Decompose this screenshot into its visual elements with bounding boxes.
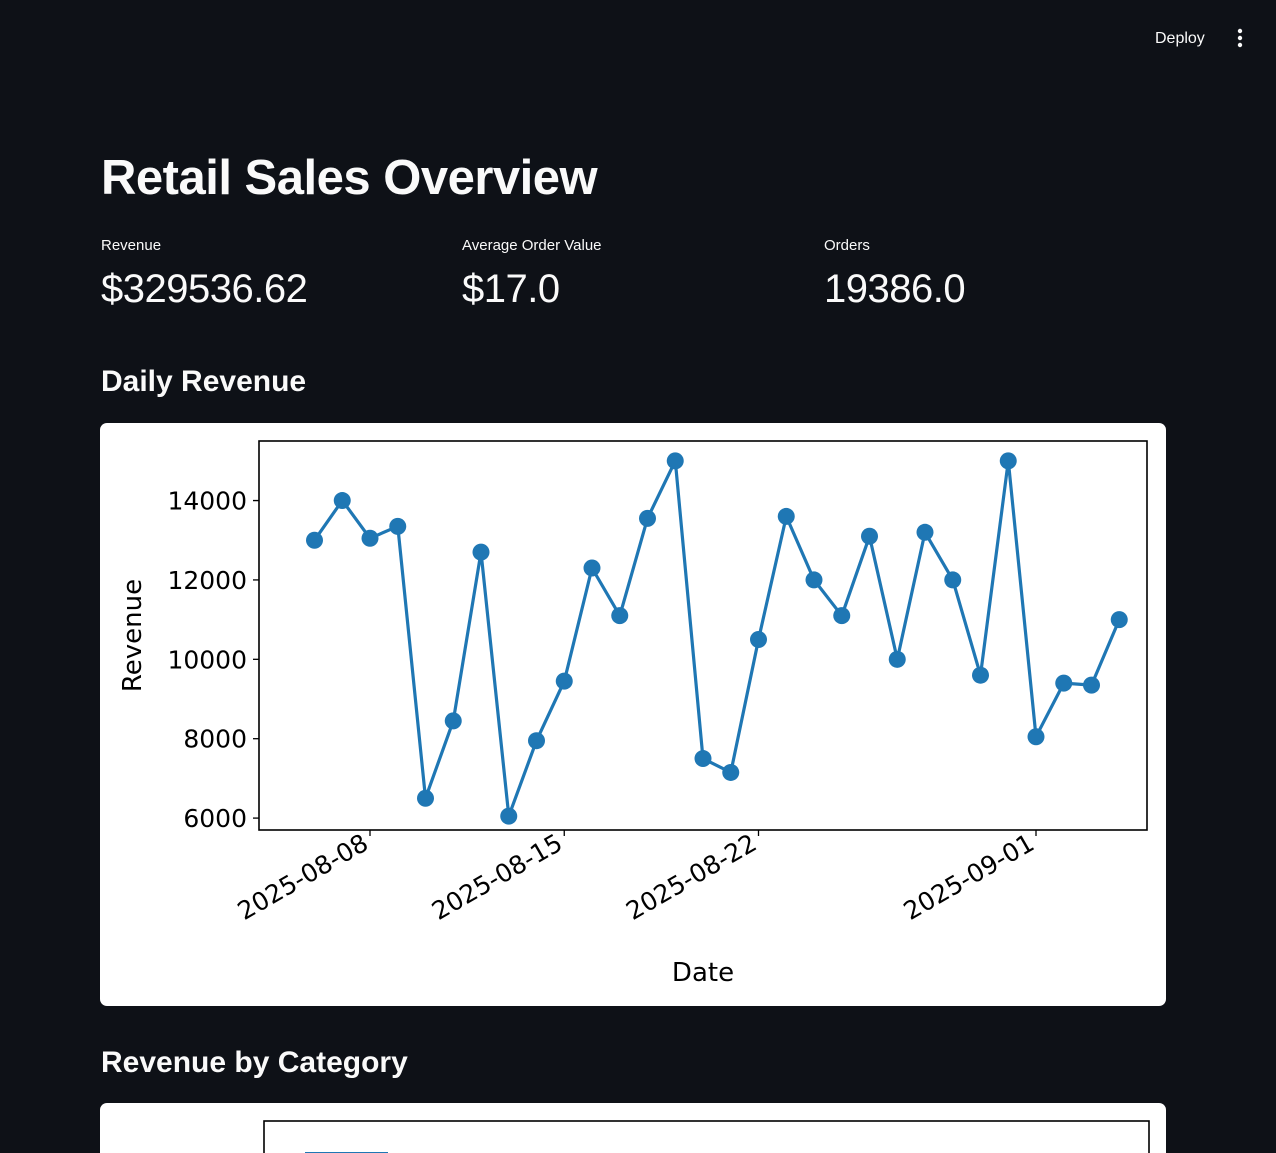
metric-label: Revenue — [101, 237, 162, 254]
daily-revenue-chart-card: 6000 8000 10000 12000 14000 2025-08-08 2025-08… — [100, 423, 1166, 1006]
plot-frame — [258, 440, 1148, 831]
revenue-data-point — [472, 543, 490, 561]
revenue-data-point — [555, 672, 573, 690]
page-title: Retail Sales Overview — [101, 151, 598, 205]
revenue-data-point — [888, 650, 906, 668]
revenue-data-point — [777, 507, 795, 525]
revenue-data-point — [1055, 674, 1073, 692]
revenue-data-point — [694, 750, 712, 768]
y-tick-label: 14000 — [167, 487, 247, 516]
metric-value: $17.0 — [462, 267, 560, 311]
metric-orders: Orders 19386.0 — [824, 234, 1164, 316]
revenue-data-point — [805, 571, 823, 589]
deploy-button[interactable]: Deploy — [1144, 26, 1216, 52]
revenue-data-point — [361, 529, 379, 547]
daily-revenue-heading: Daily Revenue — [101, 365, 307, 398]
revenue-data-point — [333, 492, 351, 510]
x-tick-label: 2025-08-15 — [427, 828, 567, 926]
revenue-data-point — [306, 531, 323, 549]
plot-frame — [263, 1120, 1150, 1153]
revenue-by-category-heading: Revenue by Category — [101, 1046, 408, 1079]
main-menu-button[interactable] — [1226, 24, 1254, 52]
revenue-data-point — [861, 527, 878, 545]
top-toolbar: Deploy — [0, 0, 1276, 76]
revenue-data-point — [639, 509, 656, 527]
y-tick-label: 12000 — [167, 566, 247, 595]
revenue-by-category-chart-card — [100, 1103, 1166, 1153]
revenue-data-point — [417, 789, 434, 807]
revenue-data-point — [1083, 676, 1100, 694]
daily-revenue-chart: 6000 8000 10000 12000 14000 2025-08-08 2025-08… — [118, 440, 1148, 988]
metric-value: $329536.62 — [101, 267, 308, 311]
x-tick-label: 2025-08-08 — [233, 828, 373, 926]
metric-value: 19386.0 — [824, 267, 966, 311]
x-axis-label: Date — [672, 958, 734, 988]
revenue-data-point — [444, 712, 462, 730]
revenue-data-point — [1027, 728, 1045, 746]
revenue-series-line — [313, 459, 1121, 818]
y-tick-label: 10000 — [167, 645, 247, 674]
revenue-data-point — [833, 607, 851, 625]
revenue-data-point — [583, 559, 601, 577]
revenue-data-point — [722, 763, 740, 781]
revenue-data-point — [500, 807, 518, 825]
metric-label: Average Order Value — [462, 237, 602, 254]
revenue-by-category-chart — [263, 1120, 1150, 1153]
vertical-ellipsis-icon — [1237, 28, 1243, 48]
revenue-data-point — [972, 666, 989, 684]
revenue-data-point — [750, 630, 767, 648]
revenue-data-point — [916, 523, 934, 541]
revenue-data-point — [1110, 611, 1128, 629]
revenue-data-point — [389, 517, 407, 535]
y-tick-label: 6000 — [183, 804, 247, 833]
metric-revenue: Revenue $329536.62 — [101, 234, 441, 316]
y-tick-label: 8000 — [183, 725, 247, 754]
revenue-data-point — [666, 452, 684, 470]
revenue-data-point — [999, 452, 1017, 470]
x-tick-label: 2025-09-01 — [899, 828, 1039, 926]
x-tick-label: 2025-08-22 — [621, 828, 761, 926]
revenue-data-point — [944, 571, 962, 589]
revenue-data-point — [528, 732, 545, 750]
app-page: Deploy Retail Sales Overview Revenue $32… — [0, 0, 1276, 1153]
metric-label: Orders — [824, 237, 870, 254]
revenue-data-point — [611, 607, 629, 625]
y-axis-label: Revenue — [118, 579, 148, 692]
metric-average-order-value: Average Order Value $17.0 — [462, 234, 802, 316]
